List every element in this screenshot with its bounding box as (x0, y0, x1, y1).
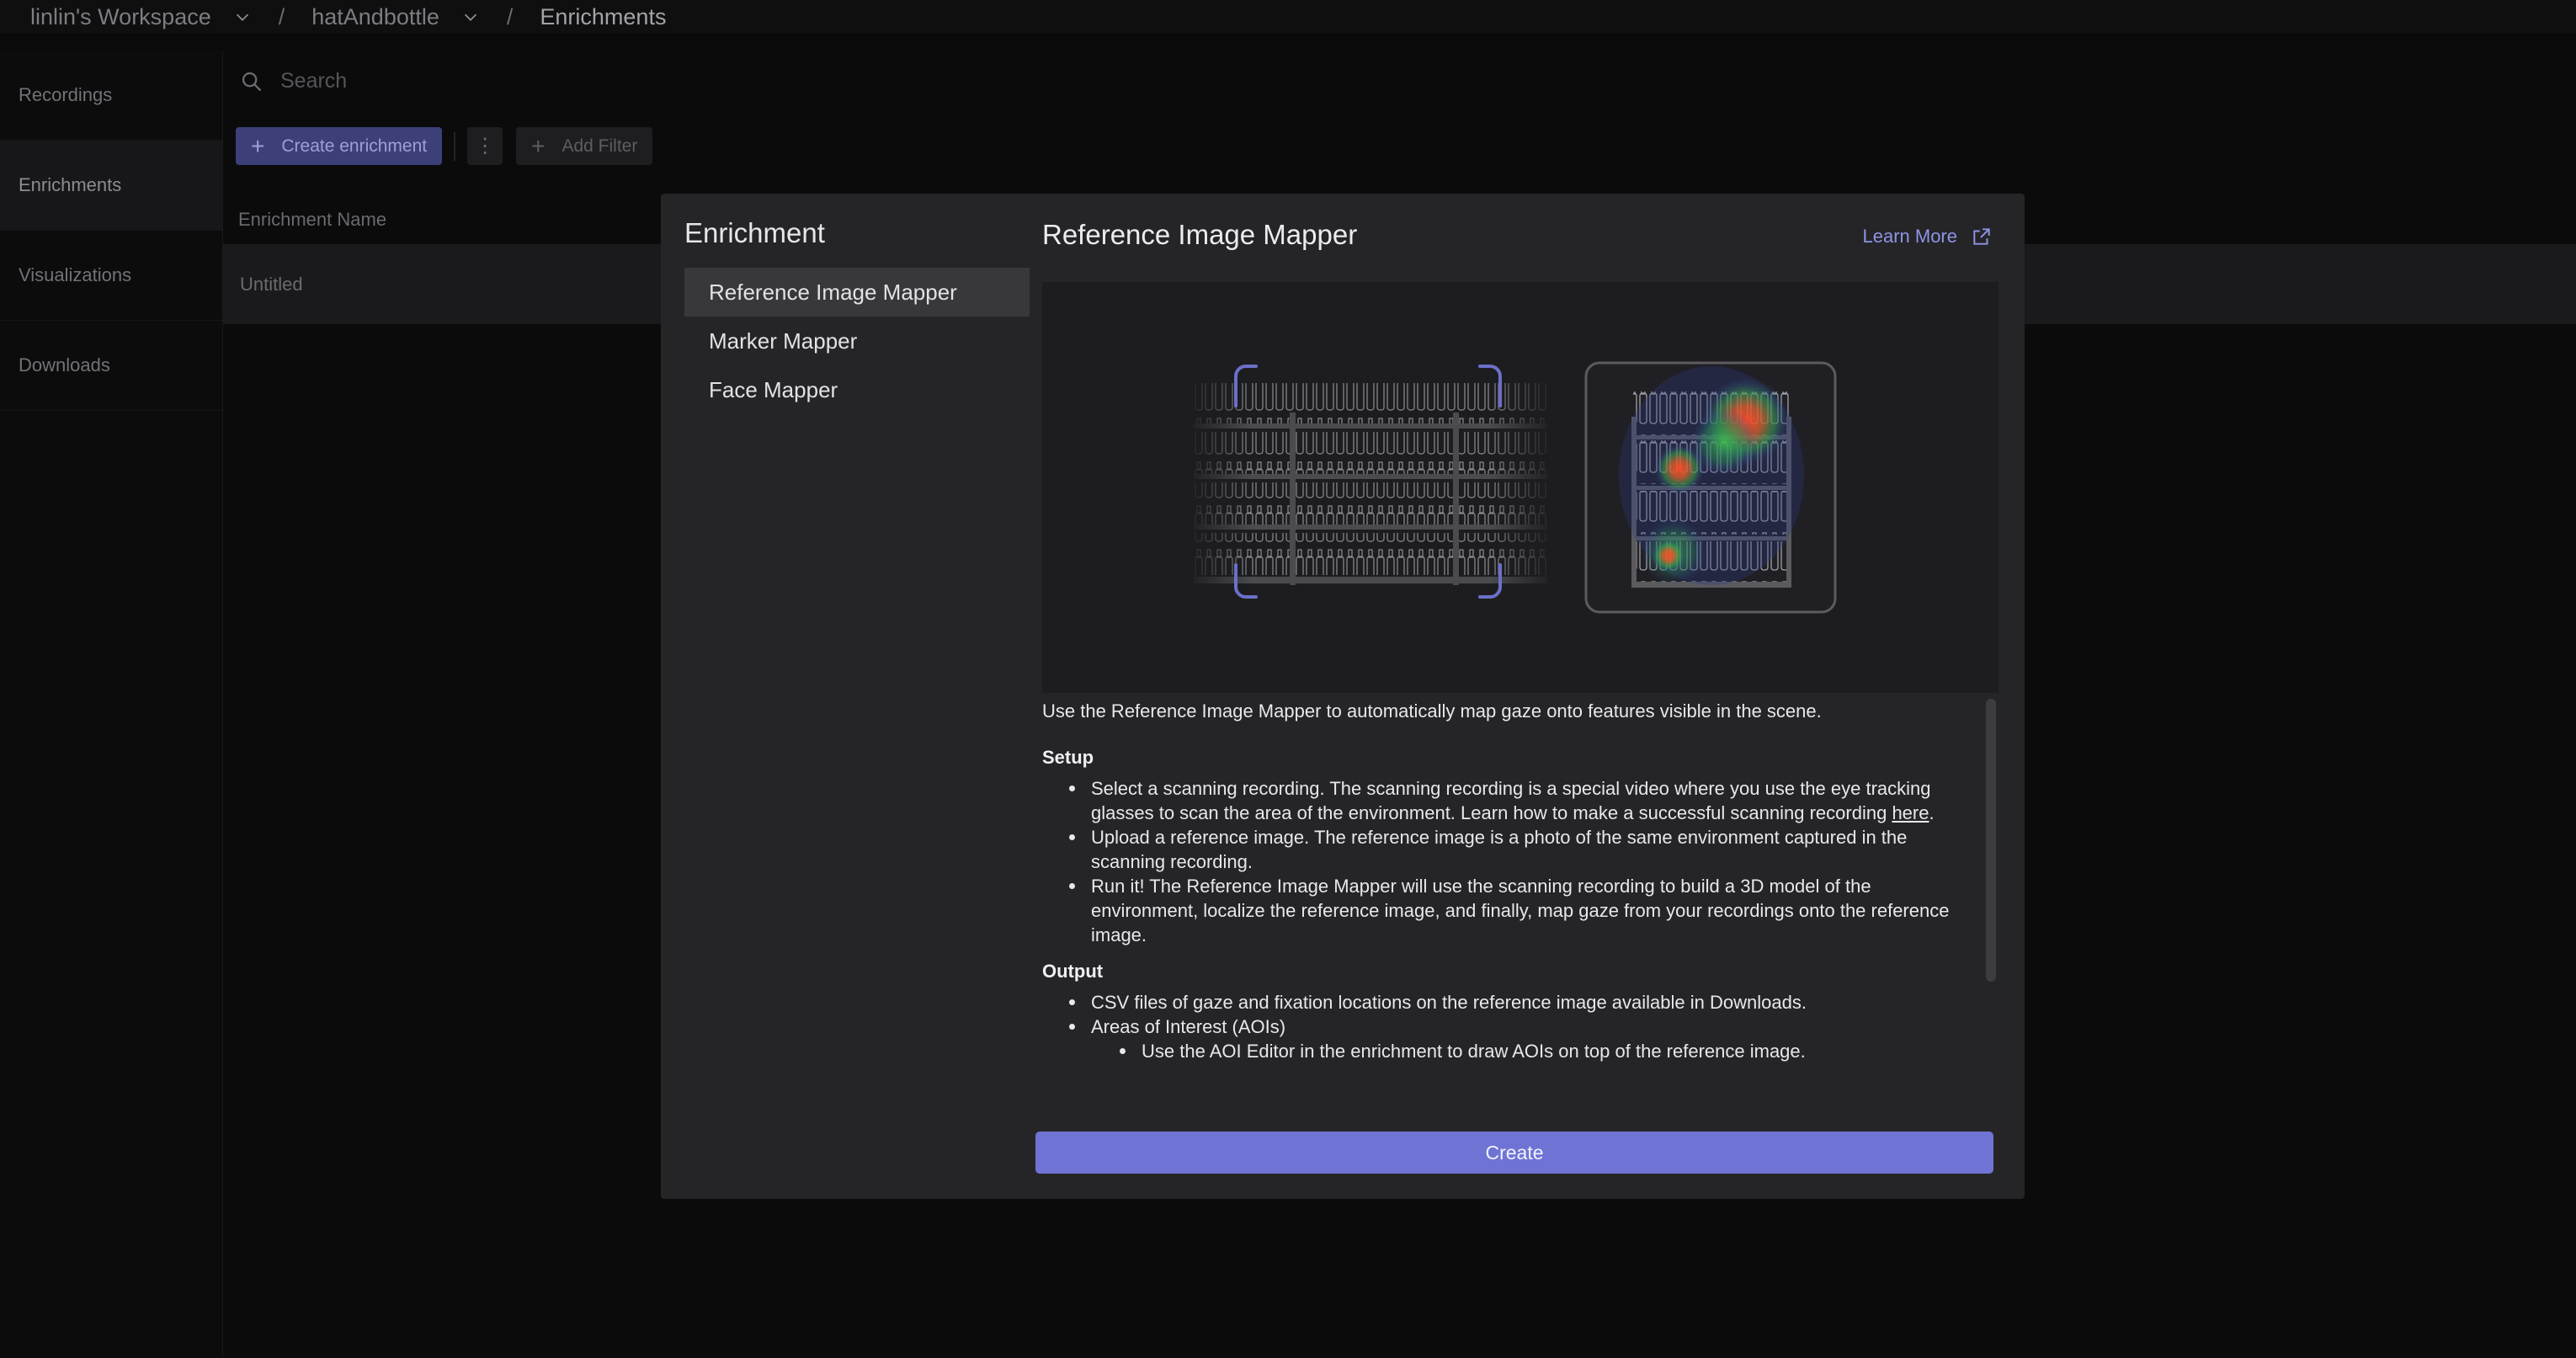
breadcrumb-separator: / (278, 3, 285, 29)
enrichment-name-cell: Untitled (240, 273, 303, 295)
setup-step-3-text: Run it! The Reference Image Mapper will … (1091, 876, 1950, 945)
list-item: CSV files of gaze and fixation locations… (1066, 990, 1978, 1015)
description-intro: Use the Reference Image Mapper to automa… (1042, 700, 1822, 722)
breadcrumb-workspace[interactable]: linlin's Workspace (30, 4, 252, 30)
plus-icon: + (531, 132, 546, 159)
external-link-icon (1973, 228, 1990, 245)
create-button[interactable]: Create (1035, 1132, 1993, 1174)
output-list: CSV files of gaze and fixation locations… (1042, 990, 1978, 1063)
add-filter-button[interactable]: + Add Filter (516, 127, 653, 165)
create-enrichment-label: Create enrichment (281, 136, 428, 156)
enrichment-type-reference-image-mapper[interactable]: Reference Image Mapper (684, 268, 1030, 317)
breadcrumb-current-page: Enrichments (540, 3, 667, 29)
search-icon (242, 72, 262, 91)
setup-step-1-text: Select a scanning recording. The scannin… (1091, 778, 1931, 823)
enrichment-type-face-mapper[interactable]: Face Mapper (684, 365, 1030, 414)
learn-more-label: Learn More (1862, 226, 1957, 247)
output-item-2-text: Areas of Interest (AOIs) (1091, 1016, 1286, 1037)
enrichment-type-marker-mapper[interactable]: Marker Mapper (684, 317, 1030, 365)
enrichment-dialog: Enrichment Reference Image Mapper Marker… (661, 194, 2025, 1199)
output-subitem-text: Use the AOI Editor in the enrichment to … (1142, 1041, 1806, 1062)
search-input[interactable]: Search (280, 69, 347, 93)
top-breadcrumb-bar: linlin's Workspace / hatAndbottle / Enri… (0, 0, 2576, 34)
list-item: Use the AOI Editor in the enrichment to … (1116, 1039, 1978, 1063)
chevron-down-icon[interactable] (461, 8, 480, 26)
sidebar-item-visualizations[interactable]: Visualizations (0, 231, 222, 321)
breadcrumb-project[interactable]: hatAndbottle (311, 4, 480, 30)
toolbar-divider (454, 131, 456, 161)
sidebar-item-enrichments[interactable]: Enrichments (0, 141, 222, 231)
description-scrollbar[interactable] (1984, 699, 1998, 1038)
setup-heading: Setup (1042, 747, 1094, 768)
learn-more-link[interactable]: Learn More (1862, 226, 1993, 248)
sidebar: Recordings Enrichments Visualizations Do… (0, 51, 223, 1358)
list-item: Areas of Interest (AOIs) Use the AOI Edi… (1066, 1015, 1978, 1063)
project-name: hatAndbottle (311, 3, 439, 29)
shelf-heatmap-illustration (1185, 361, 1837, 614)
breadcrumb-separator: / (506, 3, 514, 29)
chevron-down-icon[interactable] (233, 8, 252, 26)
plus-icon: + (251, 132, 265, 159)
reference-image-mapper-illustration (1042, 282, 1999, 693)
list-item: Select a scanning recording. The scannin… (1066, 776, 1978, 825)
scanning-recording-help-link[interactable]: here (1892, 802, 1929, 823)
create-enrichment-button[interactable]: + Create enrichment (236, 127, 443, 165)
setup-step-2-text: Upload a reference image. The reference … (1091, 827, 1908, 872)
sidebar-item-downloads[interactable]: Downloads (0, 321, 222, 411)
search-bar[interactable]: Search (240, 69, 347, 93)
dialog-title: Enrichment (684, 217, 825, 248)
output-sublist: Use the AOI Editor in the enrichment to … (1091, 1039, 1978, 1063)
add-filter-label: Add Filter (562, 136, 638, 156)
enrichment-type-title: Reference Image Mapper (1042, 219, 1358, 250)
toolbar: + Create enrichment ⋮ + Add Filter (236, 127, 653, 165)
setup-step-1-end: . (1929, 802, 1935, 823)
output-heading: Output (1042, 961, 1104, 982)
more-options-button[interactable]: ⋮ (467, 127, 503, 165)
setup-list: Select a scanning recording. The scannin… (1042, 776, 1978, 947)
list-item: Run it! The Reference Image Mapper will … (1066, 874, 1978, 947)
scrollbar-thumb[interactable] (1986, 699, 1996, 982)
reference-image-frame (1584, 361, 1837, 614)
enrichment-type-list: Reference Image Mapper Marker Mapper Fac… (684, 268, 1030, 414)
list-item: Upload a reference image. The reference … (1066, 825, 1978, 874)
output-item-1-text: CSV files of gaze and fixation locations… (1091, 992, 1807, 1013)
enrichment-description: Use the Reference Image Mapper to automa… (1042, 699, 1978, 1291)
workspace-name: linlin's Workspace (30, 3, 211, 29)
sidebar-item-recordings[interactable]: Recordings (0, 51, 222, 141)
column-header-enrichment-name[interactable]: Enrichment Name (238, 209, 386, 231)
